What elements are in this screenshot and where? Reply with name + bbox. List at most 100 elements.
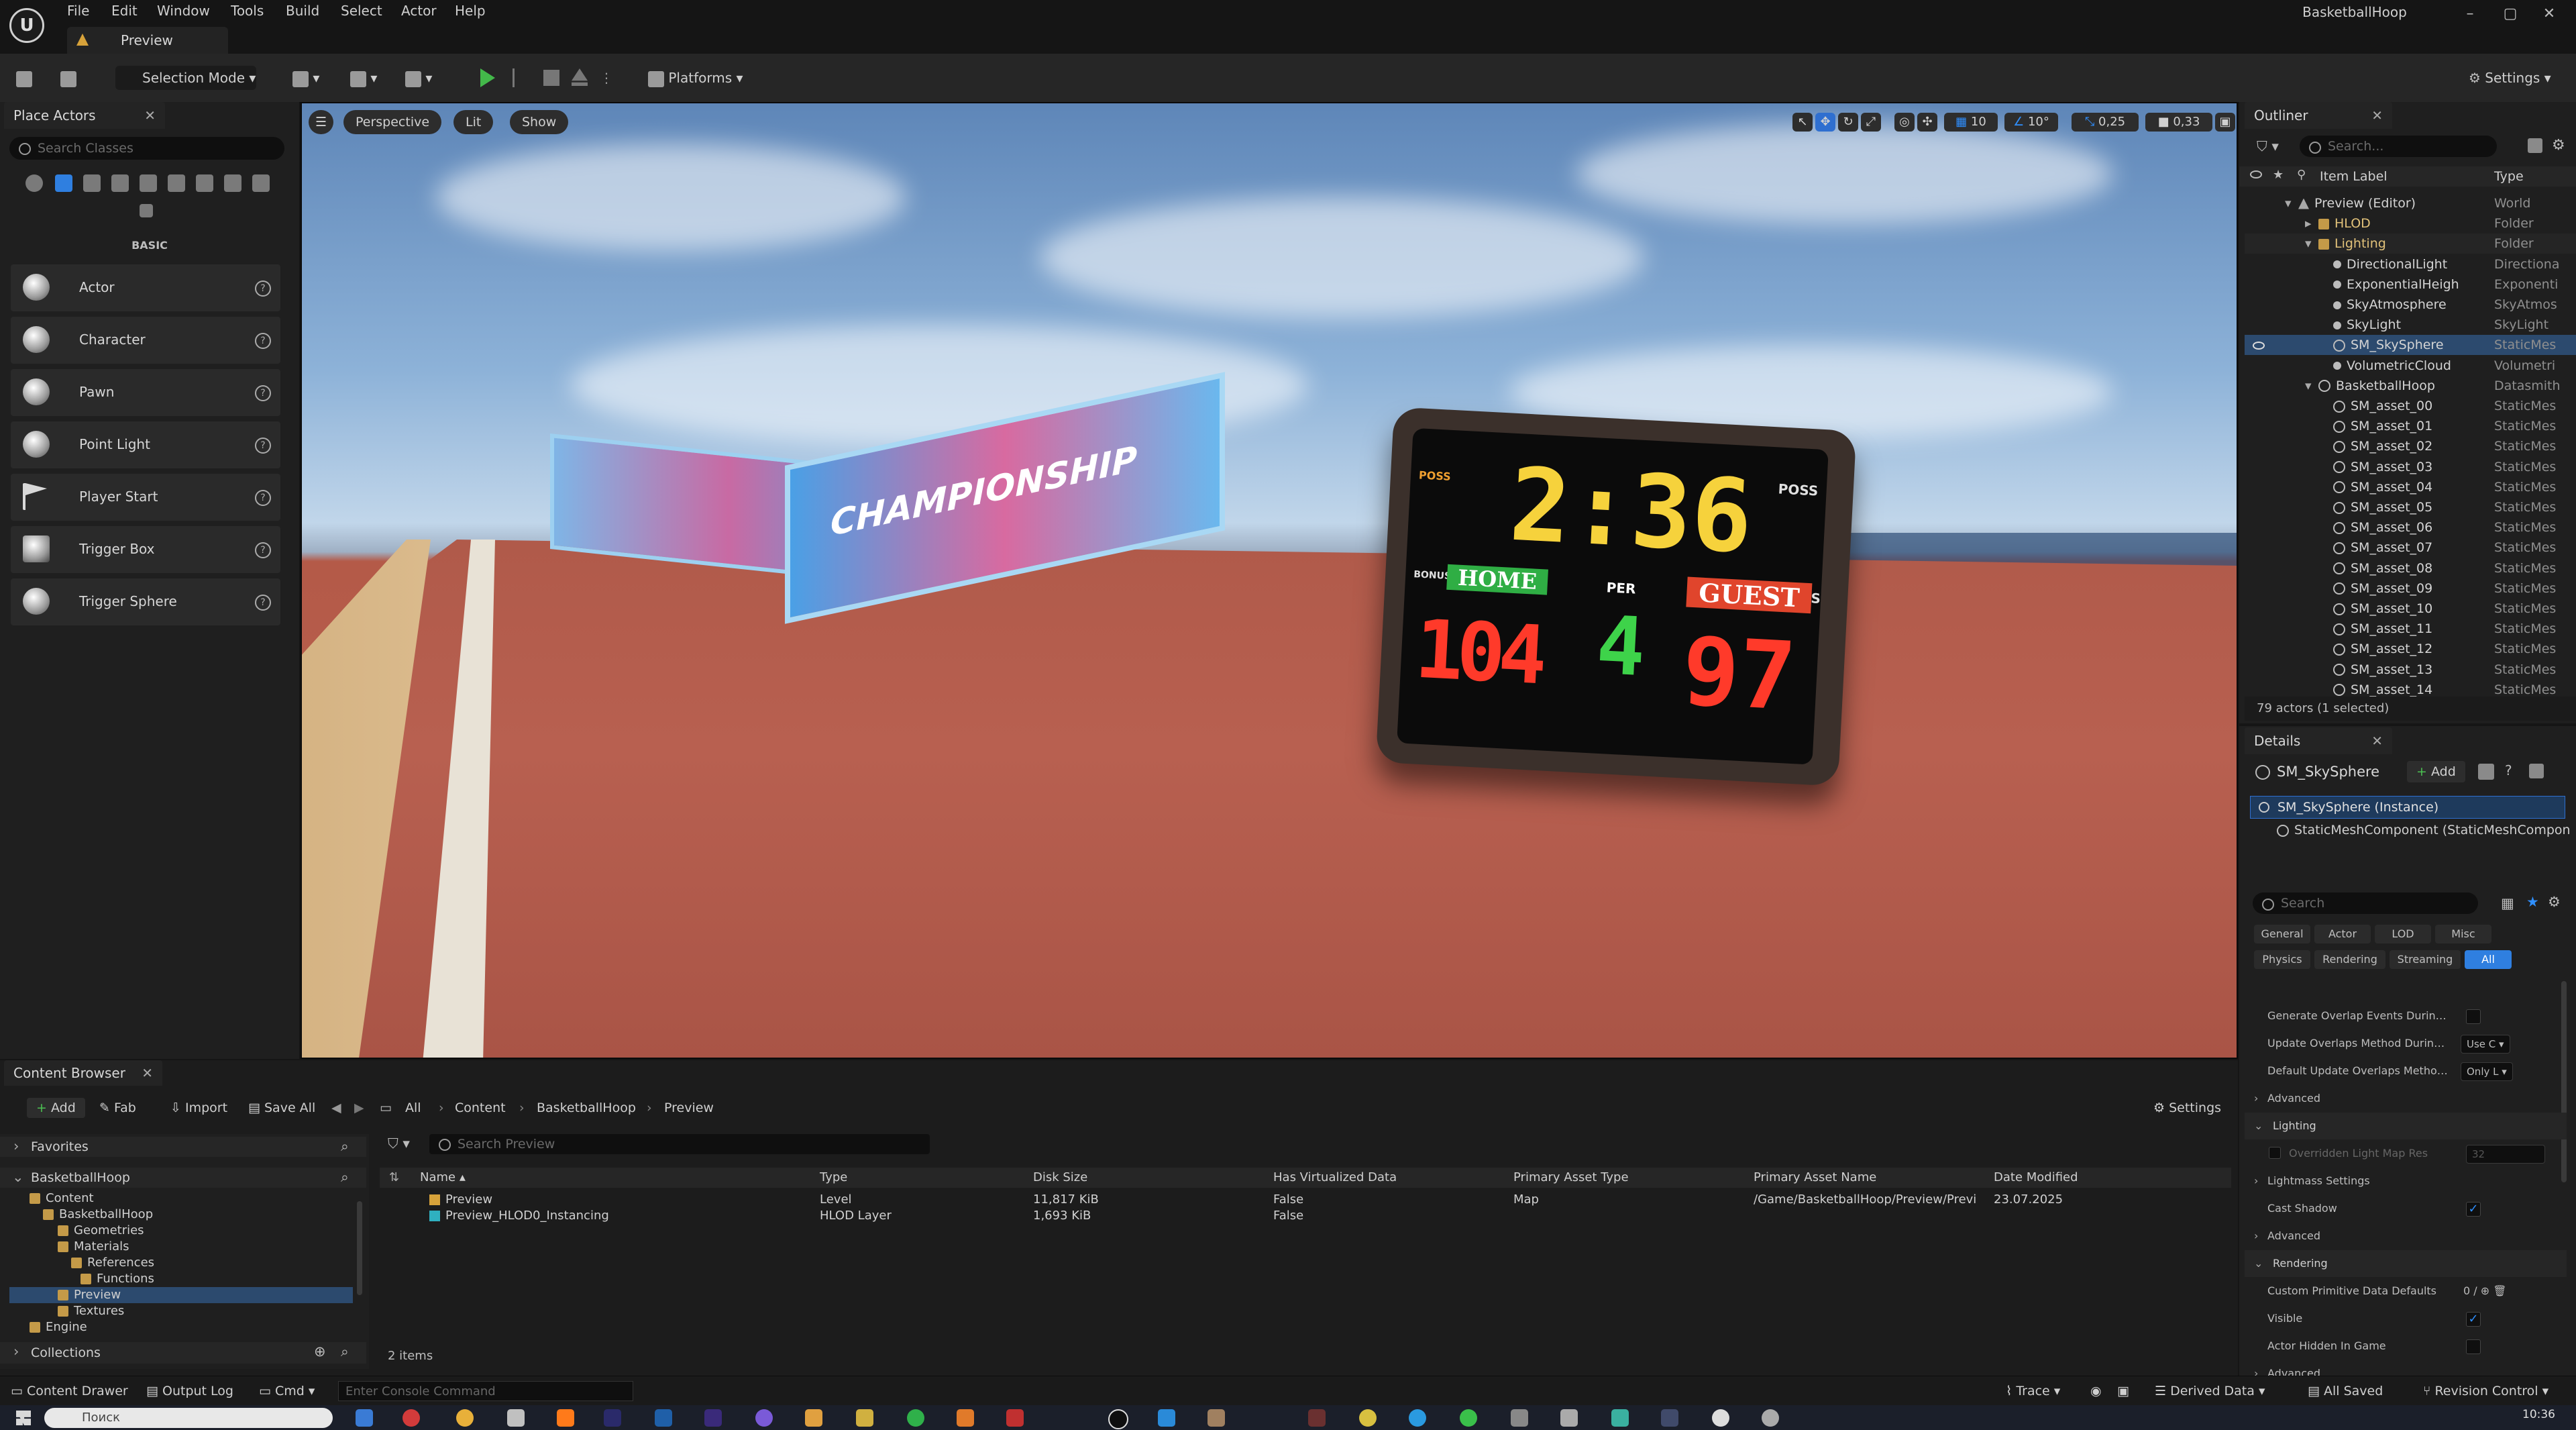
item-label-column[interactable]: Item Label	[2320, 169, 2387, 184]
taskbar-app-icon[interactable]	[1762, 1409, 1779, 1427]
help-icon[interactable]: ?	[255, 595, 271, 611]
recent-filter-icon[interactable]	[25, 174, 43, 192]
column-disk-size[interactable]: Disk Size	[1033, 1168, 1087, 1188]
menu-build[interactable]: Build	[286, 3, 319, 19]
outliner-row[interactable]: SM_asset_08 StaticMes	[2245, 558, 2576, 578]
outliner-row[interactable]: ExponentialHeigh Exponenti	[2245, 274, 2576, 295]
taskbar-app-icon[interactable]	[557, 1409, 574, 1427]
close-icon[interactable]: ✕	[2371, 102, 2383, 129]
scale-snap-button[interactable]: ⤡ 0,25	[2072, 113, 2139, 132]
details-search-input[interactable]: Search	[2253, 892, 2478, 914]
blueprint-convert-icon[interactable]	[2478, 764, 2494, 780]
actor-item-trigger-box[interactable]: Trigger Box ?	[11, 526, 280, 573]
search-icon[interactable]: ⌕	[341, 1343, 349, 1360]
outliner-row[interactable]: VolumetricCloud Volumetri	[2245, 356, 2576, 376]
lock-icon[interactable]	[2529, 764, 2544, 778]
actor-item-pawn[interactable]: Pawn ?	[11, 369, 280, 416]
property-row[interactable]: ⌄ Lighting	[2245, 1113, 2567, 1139]
tree-item-content[interactable]: Content	[30, 1190, 94, 1207]
help-icon[interactable]: ?	[255, 280, 271, 297]
actor-item-character[interactable]: Character ?	[11, 317, 280, 364]
outliner-row[interactable]: SM_asset_12 StaticMes	[2245, 639, 2576, 659]
visual-effects-filter-icon[interactable]	[168, 174, 185, 192]
taskbar-app-icon[interactable]	[1208, 1409, 1225, 1427]
close-icon[interactable]: ✕	[2371, 727, 2383, 754]
property-row[interactable]: Cast Shadow ✓	[2245, 1195, 2567, 1222]
rotation-snap-button[interactable]: ∠ 10°	[2004, 113, 2058, 132]
scale-icon[interactable]: ⤢	[1861, 113, 1881, 132]
chevron-down-icon[interactable]: ▾	[2285, 193, 2292, 213]
menu-tools[interactable]: Tools	[231, 3, 264, 19]
surface-snap-icon[interactable]: ✣	[1917, 113, 1937, 132]
help-icon[interactable]: ?	[255, 333, 271, 349]
cmd-dropdown[interactable]: ▭ Cmd ▾	[259, 1382, 315, 1400]
taskbar-app-icon[interactable]	[655, 1409, 672, 1427]
outliner-row[interactable]: SkyAtmosphere SkyAtmos	[2245, 295, 2576, 315]
screenshot-icon[interactable]: ▣	[2117, 1382, 2129, 1400]
filter-lod[interactable]: LOD	[2375, 925, 2431, 943]
back-icon[interactable]: ◀	[331, 1098, 341, 1118]
outliner-tab[interactable]: Outliner ✕	[2245, 102, 2392, 129]
lit-button[interactable]: Lit	[453, 110, 494, 134]
filter-icon[interactable]: ⛉ ▾	[388, 1135, 410, 1152]
filter-all[interactable]: All	[2465, 950, 2512, 969]
favorite-star-icon[interactable]: ★	[2526, 894, 2539, 910]
outliner-row[interactable]: SkyLight SkyLight	[2245, 315, 2576, 335]
property-row[interactable]: › Lightmass Settings	[2245, 1168, 2567, 1194]
translate-icon[interactable]: ✥	[1815, 113, 1835, 132]
actor-item-player-start[interactable]: Player Start ?	[11, 474, 280, 521]
tree-item-functions[interactable]: Functions	[80, 1271, 154, 1287]
output-log-button[interactable]: ▤ Output Log	[146, 1382, 233, 1400]
start-icon[interactable]	[16, 1411, 31, 1425]
help-icon[interactable]: ?	[255, 542, 271, 558]
outliner-row[interactable]: SM_asset_06 StaticMes	[2245, 517, 2576, 538]
fab-button[interactable]: ✎ Fab	[99, 1098, 136, 1118]
taskbar-app-icon[interactable]	[805, 1409, 822, 1427]
property-checkbox[interactable]	[2466, 1339, 2481, 1354]
taskbar-app-icon[interactable]	[1560, 1409, 1578, 1427]
advance-frame-icon[interactable]	[513, 68, 525, 87]
save-all-button[interactable]: ▤ Save All	[248, 1098, 315, 1118]
save-icon[interactable]	[16, 66, 32, 90]
outliner-row[interactable]: SM_asset_11 StaticMes	[2245, 619, 2576, 639]
column-options-icon[interactable]: ⇅	[389, 1168, 399, 1188]
property-value[interactable]: 0 / ⊕ 🗑	[2463, 1278, 2507, 1305]
filter-streaming[interactable]: Streaming	[2390, 950, 2461, 969]
tree-item-preview[interactable]: Preview	[58, 1287, 121, 1303]
outliner-row[interactable]: SM_SkySphere StaticMes	[2245, 335, 2576, 356]
maximize-icon[interactable]: ▢	[2497, 5, 2524, 22]
property-row[interactable]: Actor Hidden In Game	[2245, 1333, 2567, 1360]
place-actors-tab[interactable]: Place Actors ✕	[4, 102, 165, 129]
taskbar-app-icon[interactable]	[1611, 1409, 1629, 1427]
all-classes-filter-icon[interactable]	[252, 174, 270, 192]
play-icon[interactable]	[480, 68, 495, 87]
forward-icon[interactable]: ▶	[354, 1098, 364, 1118]
taskbar-app-icon[interactable]	[856, 1409, 873, 1427]
camera-speed-button[interactable]: ■ 0,33	[2145, 113, 2212, 132]
taskbar-app-icon[interactable]	[1712, 1409, 1729, 1427]
taskbar-app-icon[interactable]	[507, 1409, 525, 1427]
outliner-row[interactable]: SM_asset_01 StaticMes	[2245, 416, 2576, 436]
breadcrumb-all[interactable]: All	[405, 1098, 421, 1118]
cinematic-filter-icon[interactable]	[140, 174, 157, 192]
add-actor-icon[interactable]: ▾	[292, 66, 319, 90]
level-viewport[interactable]: CHAMPIONSHIP 2:36 POSS POSS BONUS BONUS …	[301, 102, 2238, 1059]
component-row[interactable]: StaticMeshComponent (StaticMeshCompon	[2277, 823, 2572, 837]
taskbar-app-icon[interactable]	[1158, 1409, 1175, 1427]
outliner-row[interactable]: ▾ BasketballHoop Datasmith	[2245, 376, 2576, 396]
add-folder-icon[interactable]	[2528, 138, 2542, 153]
details-tab[interactable]: Details ✕	[2245, 727, 2392, 754]
taskbar-app-icon[interactable]	[704, 1409, 722, 1427]
taskbar-app-icon[interactable]	[755, 1409, 773, 1427]
content-browser-tab[interactable]: Content Browser ✕	[4, 1060, 162, 1086]
menu-select[interactable]: Select	[341, 3, 382, 19]
layout-icon[interactable]: ▣	[2215, 113, 2235, 132]
filter-rendering[interactable]: Rendering	[2314, 950, 2385, 969]
outliner-row[interactable]: ▾ Lighting Folder	[2245, 234, 2576, 254]
asset-cell[interactable]: Preview	[429, 1192, 805, 1208]
trace-dropdown[interactable]: ⌇ Trace ▾	[2006, 1382, 2060, 1400]
table-view-icon[interactable]: ▦	[2501, 895, 2514, 911]
selection-mode-dropdown[interactable]: Selection Mode ▾	[115, 66, 256, 90]
help-icon[interactable]: ?	[255, 490, 271, 506]
outliner-row[interactable]: SM_asset_07 StaticMes	[2245, 538, 2576, 558]
